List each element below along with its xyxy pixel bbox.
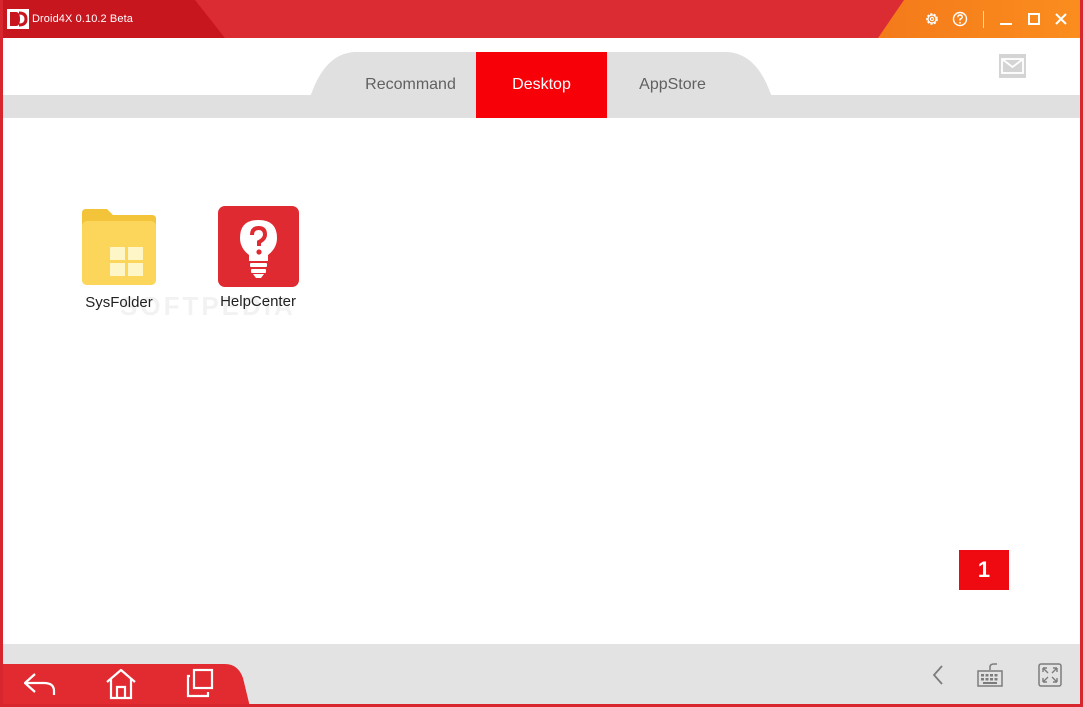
tab-label: Recommand [365,76,456,93]
app-helpcenter[interactable]: HelpCenter [218,206,299,310]
help-icon[interactable] [952,11,968,27]
watermark: SOFTPEDIA [120,291,296,321]
mail-icon[interactable] [999,54,1026,78]
title-bar-left-panel: Droid4X 0.10.2 Beta [0,0,225,38]
close-icon[interactable] [1053,11,1069,27]
chevron-left-icon[interactable] [925,662,951,688]
folder-icon [82,209,156,285]
home-icon[interactable] [104,668,138,700]
back-icon[interactable] [22,668,56,700]
droid4x-logo-icon [7,9,29,29]
app-sysfolder[interactable]: SysFolder [79,207,159,311]
gear-icon[interactable] [924,11,940,27]
tab-recommand[interactable]: Recommand [345,52,476,118]
maximize-icon[interactable] [1026,11,1042,27]
keyboard-icon[interactable] [977,662,1003,688]
page-indicator-badge[interactable]: 1 [959,550,1009,590]
tab-appstore[interactable]: AppStore [607,52,738,118]
title-bar: Droid4X 0.10.2 Beta [0,0,1083,38]
fullscreen-icon[interactable] [1037,662,1063,688]
tab-desktop[interactable]: Desktop [476,52,607,118]
minimize-icon[interactable] [998,11,1014,27]
tab-label: Desktop [512,76,571,93]
title-bar-separator [983,11,984,28]
recent-apps-icon[interactable] [184,668,218,700]
help-bulb-icon [218,206,299,287]
window-title: Droid4X 0.10.2 Beta [32,13,133,25]
tab-label: AppStore [639,76,706,93]
